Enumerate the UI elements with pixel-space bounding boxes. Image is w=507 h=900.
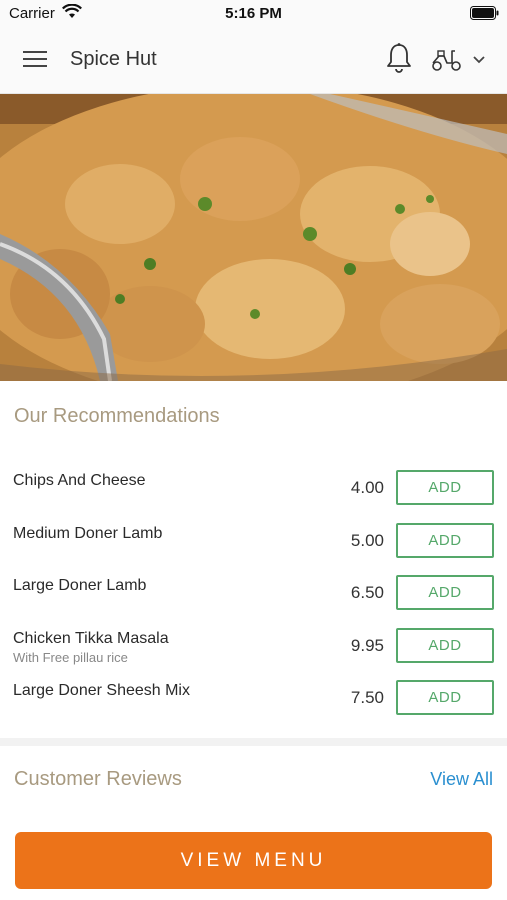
recommendations-title: Our Recommendations: [14, 405, 220, 427]
view-menu-button[interactable]: VIEW MENU: [15, 832, 492, 889]
item-subtitle: With Free pillau rice: [13, 649, 128, 665]
recommendations-list: Chips And Cheese 4.00 ADD Medium Doner L…: [0, 468, 507, 731]
chevron-down-icon[interactable]: [471, 53, 487, 65]
add-button[interactable]: ADD: [396, 680, 494, 715]
section-divider: [0, 738, 507, 746]
view-all-link[interactable]: View All: [430, 769, 493, 790]
battery-icon: [470, 6, 499, 20]
list-item: Medium Doner Lamb 5.00 ADD: [0, 521, 507, 574]
scooter-icon[interactable]: [430, 46, 462, 72]
add-button[interactable]: ADD: [396, 522, 494, 558]
item-name: Large Doner Lamb: [13, 577, 147, 594]
item-name: Chicken Tikka Masala: [13, 629, 169, 647]
status-bar: Carrier 5:16 PM: [0, 0, 507, 26]
hero-food-image: [0, 94, 507, 381]
item-name: Large Doner Sheesh Mix: [13, 682, 190, 699]
reviews-title: Customer Reviews: [14, 768, 182, 790]
curry-photo: [0, 94, 507, 381]
menu-icon[interactable]: [20, 46, 50, 72]
page-title: Spice Hut: [70, 48, 157, 70]
item-price: 5.00: [350, 530, 384, 550]
item-name: Medium Doner Lamb: [13, 524, 163, 542]
list-item: Chicken Tikka Masala With Free pillau ri…: [0, 626, 507, 679]
item-price: 9.95: [350, 635, 384, 655]
item-price: 6.50: [350, 583, 384, 602]
item-price: 7.50: [350, 688, 384, 707]
bell-icon[interactable]: [384, 42, 414, 74]
app-header: Spice Hut: [0, 26, 507, 94]
list-item: Chips And Cheese 4.00 ADD: [0, 468, 507, 521]
add-button[interactable]: ADD: [396, 470, 494, 505]
add-button[interactable]: ADD: [396, 627, 494, 663]
item-name: Chips And Cheese: [13, 472, 146, 489]
list-item: Large Doner Lamb 6.50 ADD: [0, 573, 507, 626]
add-button[interactable]: ADD: [396, 575, 494, 610]
item-price: 4.00: [350, 478, 384, 497]
list-item: Large Doner Sheesh Mix 7.50 ADD: [0, 678, 507, 731]
status-time: 5:16 PM: [225, 5, 282, 22]
